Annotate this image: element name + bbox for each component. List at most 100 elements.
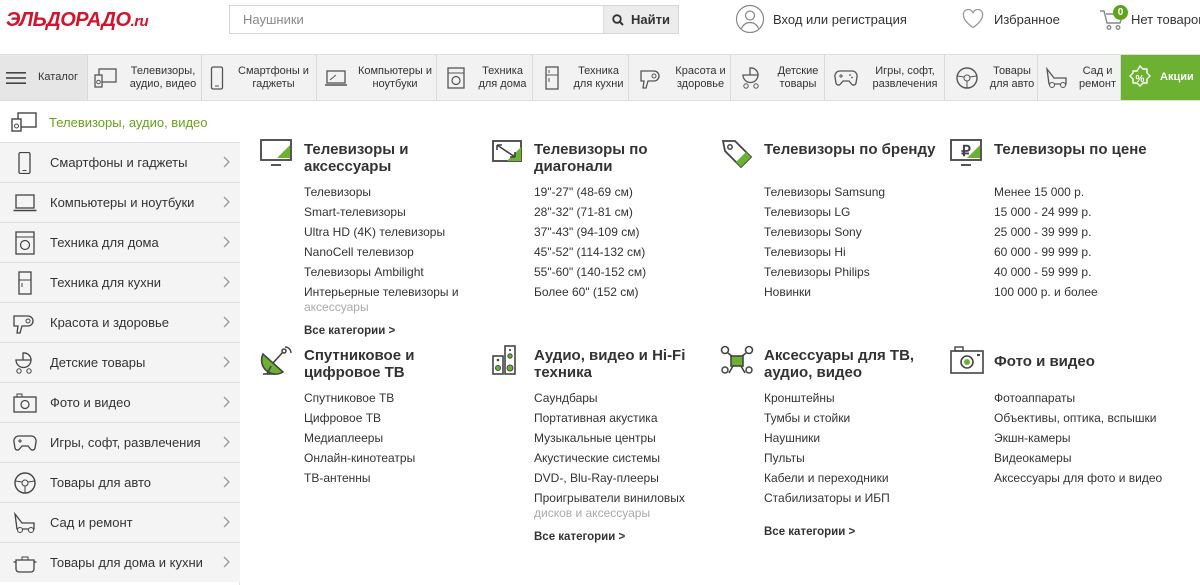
sidebar-item-kitchen-appliances[interactable]: Техника для кухни — [0, 262, 240, 302]
menu-link[interactable]: Ultra HD (4K) телевизоры — [304, 222, 484, 242]
menu-link[interactable]: Видеокамеры — [994, 448, 1194, 468]
menu-link[interactable]: Медиаплееры — [304, 428, 484, 448]
menu-link[interactable]: Онлайн-кинотеатры — [304, 448, 484, 468]
menu-column-header[interactable]: Телевизоры по диагонали — [489, 138, 714, 182]
sidebar-item-computers[interactable]: Компьютеры и ноутбуки — [0, 182, 240, 222]
menu-link[interactable]: Спутниковое ТВ — [304, 388, 484, 408]
menu-link[interactable]: Телевизоры Sony — [764, 222, 944, 242]
menu-link[interactable]: Телевизоры Philips — [764, 262, 944, 282]
sidebar-item-photo-video[interactable]: Фото и видео — [0, 382, 240, 422]
sidebar-item-games[interactable]: Игры, софт, развлечения — [0, 422, 240, 462]
menu-link[interactable]: Менее 15 000 р. — [994, 182, 1189, 202]
nav-item-computers[interactable]: Компьютеры и ноутбуки — [317, 55, 437, 100]
nav-item-garden[interactable]: Сад и ремонт — [1038, 55, 1121, 100]
menu-column-header[interactable]: ₽ Телевизоры по цене — [949, 138, 1189, 182]
menu-link[interactable]: Музыкальные центры — [534, 428, 714, 448]
menu-column-title: Фото и видео — [994, 353, 1095, 370]
menu-link[interactable]: Телевизоры Hi — [764, 242, 944, 262]
menu-link[interactable]: Объективы, оптика, вспышки — [994, 408, 1194, 428]
menu-link[interactable]: 45"-52" (114-132 см) — [534, 242, 714, 262]
menu-column-header[interactable]: Аксессуары для ТВ, аудио, видео — [719, 344, 944, 388]
nav-item-smartphones[interactable]: Смартфоны и гаджеты — [202, 55, 317, 100]
menu-link[interactable]: Наушники — [764, 428, 944, 448]
menu-column-header[interactable]: Телевизоры и аксессуары — [259, 138, 484, 182]
nav-item-label: Телевизоры, аудио, видео — [129, 64, 197, 90]
nav-item-label: Техника для кухни — [573, 64, 624, 90]
sidebar-item-beauty[interactable]: Красота и здоровье — [0, 302, 240, 342]
sidebar-list: Смартфоны и гаджеты Компьютеры и ноутбук… — [0, 142, 240, 582]
menu-link[interactable]: Телевизоры Ambilight — [304, 262, 484, 282]
search-button[interactable]: Найти — [603, 6, 678, 33]
sidebar-item-label: Смартфоны и гаджеты — [50, 155, 188, 170]
sidebar-item-label: Игры, софт, развлечения — [50, 435, 201, 450]
all-categories-link[interactable]: Все категории > — [304, 321, 484, 341]
nav-item-kids[interactable]: Детские товары — [731, 55, 825, 100]
sidebar-item-auto[interactable]: Товары для авто — [0, 462, 240, 502]
menu-link[interactable]: Пульты — [764, 448, 944, 468]
sidebar-item-garden[interactable]: Сад и ремонт — [0, 502, 240, 542]
tv-audio-icon — [94, 67, 118, 89]
menu-link[interactable]: Аксессуары для фото и видео — [994, 468, 1194, 488]
nav-item-kitchen-appliances[interactable]: Техника для кухни — [533, 55, 629, 100]
sidebar-item-home-appliances[interactable]: Техника для дома — [0, 222, 240, 262]
menu-link[interactable]: Телевизоры LG — [764, 202, 944, 222]
menu-column-header[interactable]: Фото и видео — [949, 344, 1194, 388]
menu-link[interactable]: 19"-27" (48-69 см) — [534, 182, 714, 202]
menu-link[interactable]: Стабилизаторы и ИБП — [764, 488, 944, 508]
menu-link[interactable]: 55"-60" (140-152 см) — [534, 262, 714, 282]
svg-text:%: % — [1136, 74, 1145, 85]
menu-link[interactable]: Телевизоры — [304, 182, 484, 202]
menu-link[interactable]: 40 000 - 59 999 р. — [994, 262, 1189, 282]
menu-link[interactable]: Акустические системы — [534, 448, 714, 468]
sidebar-item-tv-audio-video[interactable]: Телевизоры, аудио, видео — [0, 102, 240, 142]
menu-link[interactable]: Телевизоры Samsung — [764, 182, 944, 202]
menu-link[interactable]: Кронштейны — [764, 388, 944, 408]
search-input[interactable] — [230, 6, 604, 33]
menu-link[interactable]: 28"-32" (71-81 см) — [534, 202, 714, 222]
nav-item-promo[interactable]: % Акции — [1121, 55, 1200, 100]
eldorado-logo[interactable]: ЭЛЬДОРАДО.ru — [6, 8, 149, 34]
menu-link[interactable]: DVD-, Blu-Ray-плееры — [534, 468, 714, 488]
menu-link[interactable]: 15 000 - 24 999 р. — [994, 202, 1189, 222]
all-categories-link[interactable]: Все категории > — [764, 522, 944, 542]
menu-link[interactable]: 37"-43" (94-109 см) — [534, 222, 714, 242]
menu-link[interactable]: Экшн-камеры — [994, 428, 1194, 448]
menu-link[interactable]: Новинки — [764, 282, 944, 302]
menu-column-header[interactable]: Аудио, видео и Hi-Fi техника — [489, 344, 714, 388]
menu-link[interactable]: Цифровое ТВ — [304, 408, 484, 428]
menu-link[interactable]: Smart-телевизоры — [304, 202, 484, 222]
sidebar-item-home-kitchen-goods[interactable]: Товары для дома и кухни — [0, 542, 240, 582]
nav-item-label: Компьютеры и ноутбуки — [357, 64, 433, 90]
favorites-link[interactable]: Избранное — [962, 4, 1060, 34]
catalog-button[interactable]: Каталог — [0, 55, 88, 100]
menu-link[interactable]: Тумбы и стойки — [764, 408, 944, 428]
nav-item-games[interactable]: Игры, софт, развлечения — [825, 55, 945, 100]
menu-link[interactable]: Интерьерные телевизоры и аксессуары — [304, 282, 484, 317]
menu-link[interactable]: Более 60" (152 см) — [534, 282, 714, 302]
sidebar-item-smartphones[interactable]: Смартфоны и гаджеты — [0, 142, 240, 182]
nav-item-home-appliances[interactable]: Техника для дома — [437, 55, 533, 100]
cart-link[interactable]: 0 Нет товаров — [1099, 4, 1200, 34]
menu-link[interactable]: Портативная акустика — [534, 408, 714, 428]
chevron-right-icon — [223, 196, 230, 208]
nav-item-auto[interactable]: Товары для авто — [945, 55, 1038, 100]
sidebar-item-kids[interactable]: Детские товары — [0, 342, 240, 382]
menu-link[interactable]: Саундбары — [534, 388, 714, 408]
nav-item-label: Товары для авто — [989, 64, 1035, 90]
nav-item-tv-audio[interactable]: Телевизоры, аудио, видео — [88, 55, 202, 100]
menu-link[interactable]: Кабели и переходники — [764, 468, 944, 488]
heart-icon — [962, 9, 984, 29]
menu-link[interactable]: ТВ-антенны — [304, 468, 484, 488]
menu-link[interactable]: NanoCell телевизор — [304, 242, 484, 262]
menu-link[interactable]: Фотоаппараты — [994, 388, 1194, 408]
nav-item-beauty[interactable]: Красота и здоровье — [629, 55, 731, 100]
menu-column-title: Аксессуары для ТВ, аудио, видео — [764, 347, 915, 381]
all-categories-link[interactable]: Все категории > — [534, 527, 714, 547]
menu-link[interactable]: 25 000 - 39 999 р. — [994, 222, 1189, 242]
login-link[interactable]: Вход или регистрация — [735, 4, 907, 34]
menu-link[interactable]: Проигрыватели виниловых дисков и аксессуа… — [534, 488, 714, 523]
menu-link[interactable]: 60 000 - 99 999 р. — [994, 242, 1189, 262]
menu-column-header[interactable]: Телевизоры по бренду — [719, 138, 944, 182]
menu-column-header[interactable]: Спутниковое и цифровое ТВ — [259, 344, 484, 388]
menu-link[interactable]: 100 000 р. и более — [994, 282, 1189, 302]
